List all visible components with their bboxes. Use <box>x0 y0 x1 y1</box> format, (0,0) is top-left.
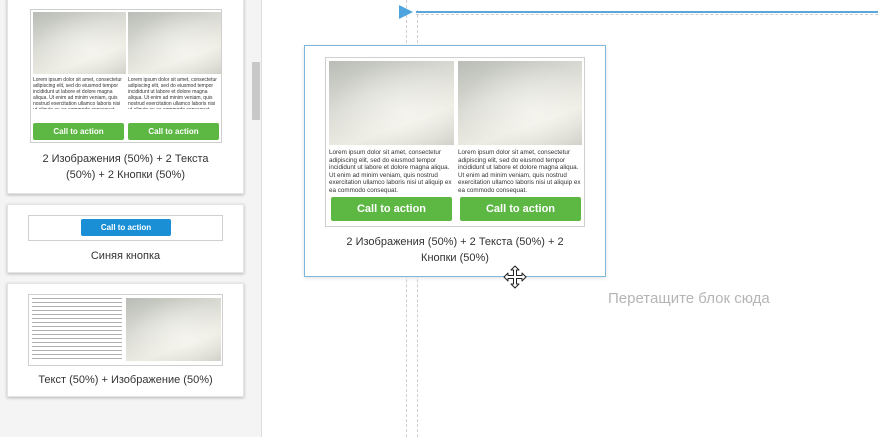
block-thumbnail <box>28 294 223 366</box>
dragged-block[interactable]: Lorem ipsum dolor sit amet, consectetur … <box>304 45 606 277</box>
lorem-text: Lorem ipsum dolor sit amet, consectetur … <box>33 77 122 109</box>
cta-button-blue: Call to action <box>81 219 171 236</box>
editor-root: Lorem ipsum dolor sit amet, consectetur … <box>0 0 878 437</box>
insert-marker-icon <box>399 5 413 19</box>
card-caption: 2 Изображения (50%) + 2 Текста (50%) + 2… <box>8 151 243 183</box>
palette-card-two-images-two-texts-two-buttons[interactable]: Lorem ipsum dolor sit amet, consectetur … <box>7 0 244 194</box>
image-placeholder <box>329 61 454 145</box>
image-placeholder <box>128 12 221 74</box>
drop-zone-hint[interactable]: Перетащите блок сюда <box>608 290 770 307</box>
cta-button: Call to action <box>331 197 452 221</box>
card-caption: Синяя кнопка <box>90 250 161 262</box>
text-placeholder <box>32 298 122 362</box>
card-caption: Текст (50%) + Изображение (50%) <box>38 374 213 386</box>
cta-button: Call to action <box>33 123 124 140</box>
card-caption-line: 2 Изображения (50%) + 2 Текста <box>42 153 209 165</box>
palette-scrollbar[interactable] <box>252 62 260 120</box>
block-palette: Lorem ipsum dolor sit amet, consectetur … <box>0 0 262 437</box>
cta-button: Call to action <box>128 123 219 140</box>
insert-position-line <box>416 11 878 13</box>
lorem-text: Lorem ipsum dolor sit amet, consectetur … <box>329 149 452 194</box>
block-thumbnail: Lorem ipsum dolor sit amet, consectetur … <box>30 9 222 143</box>
image-placeholder <box>126 298 221 361</box>
dragged-block-caption: 2 Изображения (50%) + 2 Текста (50%) + 2… <box>346 236 564 264</box>
card-caption-line: (50%) + 2 Кнопки (50%) <box>66 169 185 181</box>
palette-card-blue-button[interactable]: Call to action Синяя кнопка <box>7 204 244 273</box>
palette-card-text-image[interactable]: Текст (50%) + Изображение (50%) <box>7 283 244 397</box>
lorem-text: Lorem ipsum dolor sit amet, consectetur … <box>458 149 581 194</box>
cta-button: Call to action <box>460 197 581 221</box>
dragged-block-preview: Lorem ipsum dolor sit amet, consectetur … <box>325 57 585 227</box>
block-thumbnail: Call to action <box>28 215 223 241</box>
move-cursor-icon <box>503 265 527 289</box>
image-placeholder <box>458 61 582 145</box>
canvas-guide-horizontal <box>416 14 878 15</box>
lorem-text: Lorem ipsum dolor sit amet, consectetur … <box>128 77 217 109</box>
image-placeholder <box>33 12 126 74</box>
